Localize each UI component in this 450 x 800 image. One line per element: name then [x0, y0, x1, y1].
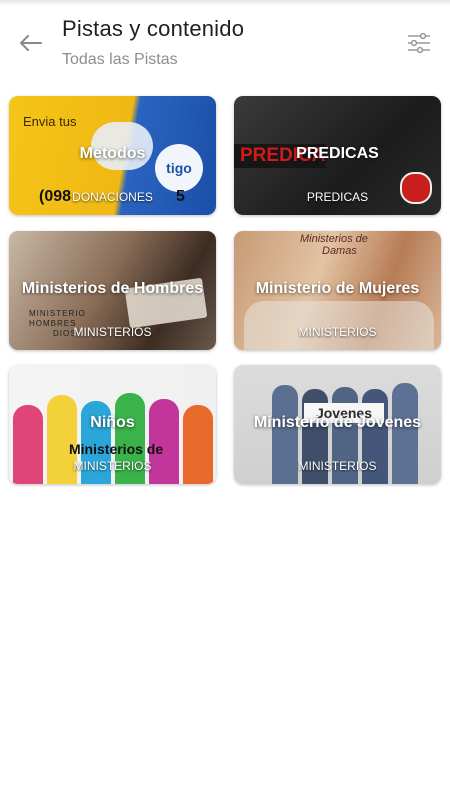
- track-card-predicas[interactable]: PREDICA PREDICAS PREDICAS: [234, 96, 441, 215]
- card-title: Metodos: [79, 144, 146, 162]
- card-category: MINISTERIOS: [73, 325, 152, 339]
- card-title: Ministerio de Mujeres: [255, 279, 420, 297]
- card-title: PREDICAS: [296, 144, 379, 162]
- card-category: MINISTERIOS: [298, 325, 377, 339]
- card-category: MINISTERIOS: [298, 459, 377, 473]
- card-title: Ministerio de Jovenes: [253, 413, 422, 431]
- card-category: DONACIONES: [72, 190, 153, 204]
- card-image-text: Damas: [322, 245, 357, 257]
- card-image-text: Ministerios de: [300, 233, 368, 245]
- app-header: Pistas y contenido Todas las Pistas: [0, 0, 450, 84]
- card-category: PREDICAS: [306, 190, 369, 204]
- card-title: Niños: [90, 413, 135, 431]
- card-category: MINISTERIOS: [73, 459, 152, 473]
- track-card-mujeres[interactable]: Ministerios de Damas Ministerio de Mujer…: [234, 231, 441, 350]
- page-title: Pistas y contenido: [62, 16, 245, 41]
- track-card-ninos[interactable]: Ministerios de Niños MINISTERIOS: [9, 365, 216, 484]
- page-subtitle: Todas las Pistas: [62, 51, 178, 68]
- card-title: Ministerios de Hombres: [21, 279, 204, 297]
- sliders-icon: [408, 33, 430, 53]
- track-card-jovenes[interactable]: Jovenes Ministerio de Jovenes MINISTERIO…: [234, 365, 441, 484]
- arrow-left-icon: [20, 35, 42, 51]
- filter-button[interactable]: [402, 28, 436, 58]
- track-card-hombres[interactable]: MINISTERIO HOMBRES DIOS Ministerios de H…: [9, 231, 216, 350]
- back-button[interactable]: [14, 28, 48, 58]
- track-card-donaciones[interactable]: Envia tus tigo (098 5 Metodos DONACIONES: [9, 96, 216, 215]
